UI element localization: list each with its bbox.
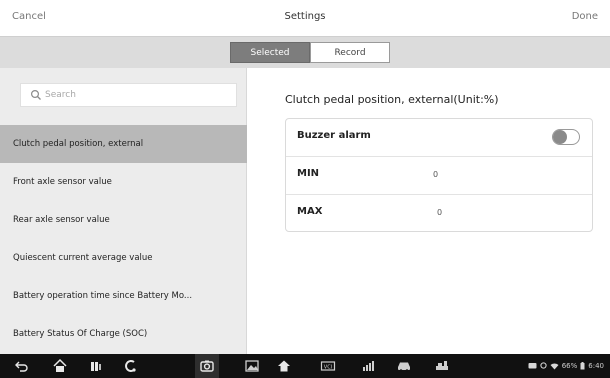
home-icon — [53, 358, 67, 372]
search-input[interactable] — [45, 87, 230, 103]
min-value[interactable]: 0 — [433, 170, 438, 179]
max-value[interactable]: 0 — [437, 208, 442, 217]
sidebar-item-battery-soc[interactable]: Battery Status Of Charge (SOC) — [0, 315, 247, 353]
sidebar-item-quiescent-current[interactable]: Quiescent current average value — [0, 239, 247, 277]
page-title: Settings — [284, 11, 326, 22]
screenshot-button[interactable] — [195, 354, 219, 378]
search-box[interactable] — [20, 83, 237, 107]
detail-title: Clutch pedal position, external(Unit:%) — [285, 93, 499, 106]
sidebar-item-battery-operation-time[interactable]: Battery operation time since Battery Mo.… — [0, 277, 247, 315]
image-icon — [245, 360, 259, 372]
search-icon — [30, 89, 41, 100]
vci-status-button[interactable]: VCI — [316, 354, 340, 378]
max-label: MAX — [297, 206, 323, 217]
tab-record[interactable]: Record — [310, 42, 390, 63]
battery-percent: 66% — [561, 362, 578, 370]
home-alt-icon — [278, 360, 290, 372]
back-icon — [15, 361, 28, 372]
svg-text:VCI: VCI — [324, 364, 332, 370]
segment-bar: Selected Record — [0, 36, 610, 68]
min-row[interactable]: MIN 0 — [286, 157, 592, 195]
status-area: 66% 6:40 — [528, 360, 604, 372]
bottom-nav-bar: VCI 66% 6:40 — [0, 354, 610, 378]
tab-selected[interactable]: Selected — [230, 42, 310, 63]
car-button[interactable] — [392, 354, 416, 378]
toggle-knob — [553, 130, 567, 144]
signal-bars-icon — [363, 361, 374, 371]
message-icon — [528, 363, 537, 369]
settings-card: Buzzer alarm MIN 0 MAX 0 — [285, 118, 593, 232]
sidebar: Clutch pedal position, external Front ax… — [0, 68, 247, 354]
data-logging-button[interactable] — [430, 354, 454, 378]
back-button[interactable] — [10, 354, 34, 378]
recent-apps-button[interactable] — [84, 354, 108, 378]
clock: 6:40 — [588, 362, 604, 370]
diagnostics-home-button[interactable] — [272, 354, 296, 378]
battery-icon — [580, 362, 585, 370]
vci-button[interactable] — [118, 354, 142, 378]
buzzer-label: Buzzer alarm — [297, 130, 371, 141]
sidebar-item-clutch-pedal[interactable]: Clutch pedal position, external — [0, 125, 247, 163]
sidebar-item-rear-axle[interactable]: Rear axle sensor value — [0, 201, 247, 239]
max-row[interactable]: MAX 0 — [286, 195, 592, 233]
vehicle-data-icon — [436, 361, 448, 370]
camera-icon — [200, 360, 214, 372]
location-icon — [540, 362, 547, 369]
home-button[interactable] — [48, 354, 72, 378]
buzzer-row: Buzzer alarm — [286, 119, 592, 157]
vci-icon — [125, 360, 136, 372]
wifi-icon — [550, 363, 559, 370]
signal-button[interactable] — [356, 354, 380, 378]
recent-apps-icon — [91, 362, 101, 371]
vci-status-icon: VCI — [320, 361, 336, 371]
image-button[interactable] — [240, 354, 264, 378]
done-button[interactable]: Done — [572, 11, 598, 22]
car-icon — [398, 362, 410, 372]
top-bar: Cancel Settings Done — [0, 0, 610, 36]
sidebar-item-front-axle[interactable]: Front axle sensor value — [0, 163, 247, 201]
min-label: MIN — [297, 168, 320, 179]
buzzer-toggle[interactable] — [552, 129, 580, 145]
